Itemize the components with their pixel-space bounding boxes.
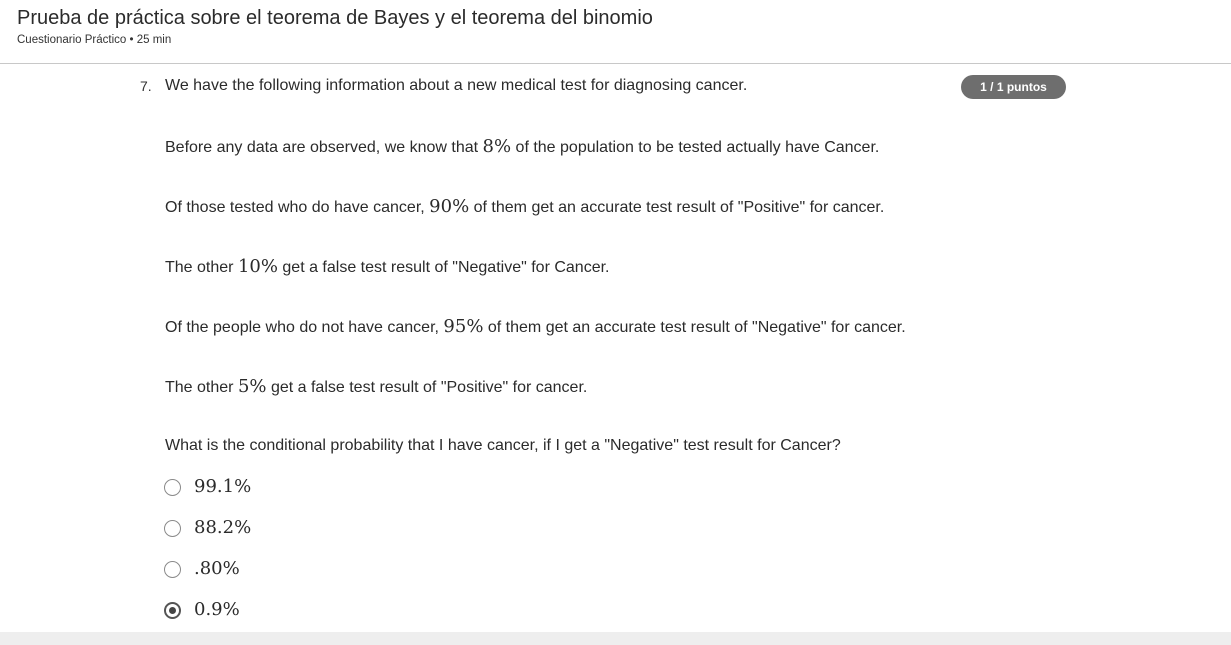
- math-value: 90%: [429, 196, 470, 217]
- text: The other: [165, 259, 238, 276]
- text: The other: [165, 379, 238, 396]
- text: get a false test result of "Negative" fo…: [277, 259, 610, 276]
- quiz-title: Prueba de práctica sobre el teorema de B…: [17, 7, 653, 29]
- info-paragraph-3: The other 10% get a false test result of…: [165, 256, 609, 277]
- answer-option-2[interactable]: 88.2%: [164, 517, 364, 541]
- info-paragraph-5: The other 5% get a false test result of …: [165, 376, 587, 397]
- math-value: 10%: [237, 256, 278, 277]
- question-intro: We have the following information about …: [165, 77, 748, 94]
- option-label[interactable]: 0.9%: [194, 599, 240, 620]
- page-footer-strip: [0, 632, 1231, 645]
- answer-option-3[interactable]: .80%: [164, 558, 364, 582]
- math-value: 5%: [237, 376, 267, 397]
- text: get a false test result of "Positive" fo…: [266, 379, 588, 396]
- radio-button[interactable]: [164, 520, 181, 537]
- question-number: 7.: [140, 78, 152, 94]
- quiz-meta: Cuestionario Práctico • 25 min: [17, 34, 172, 46]
- option-label[interactable]: 99.1%: [194, 476, 251, 497]
- radio-button-selected[interactable]: [164, 602, 181, 619]
- text: Before any data are observed, we know th…: [165, 139, 483, 156]
- text: of them get an accurate test result of "…: [483, 319, 906, 336]
- answer-option-1[interactable]: 99.1%: [164, 476, 364, 500]
- question-prompt: What is the conditional probability that…: [165, 437, 841, 454]
- text: Of the people who do not have cancer,: [165, 319, 444, 336]
- info-paragraph-4: Of the people who do not have cancer, 95…: [165, 316, 906, 337]
- radio-button[interactable]: [164, 479, 181, 496]
- score-badge: 1 / 1 puntos: [961, 75, 1066, 99]
- info-paragraph-1: Before any data are observed, we know th…: [165, 136, 879, 157]
- text: Of those tested who do have cancer,: [165, 199, 430, 216]
- quiz-header: Prueba de práctica sobre el teorema de B…: [0, 0, 1231, 64]
- answer-option-4[interactable]: 0.9%: [164, 599, 364, 623]
- math-value: 8%: [482, 136, 512, 157]
- option-label[interactable]: .80%: [194, 558, 240, 579]
- option-label[interactable]: 88.2%: [194, 517, 251, 538]
- text: of the population to be tested actually …: [511, 139, 880, 156]
- info-paragraph-2: Of those tested who do have cancer, 90% …: [165, 196, 884, 217]
- text: of them get an accurate test result of "…: [469, 199, 885, 216]
- radio-button[interactable]: [164, 561, 181, 578]
- math-value: 95%: [443, 316, 484, 337]
